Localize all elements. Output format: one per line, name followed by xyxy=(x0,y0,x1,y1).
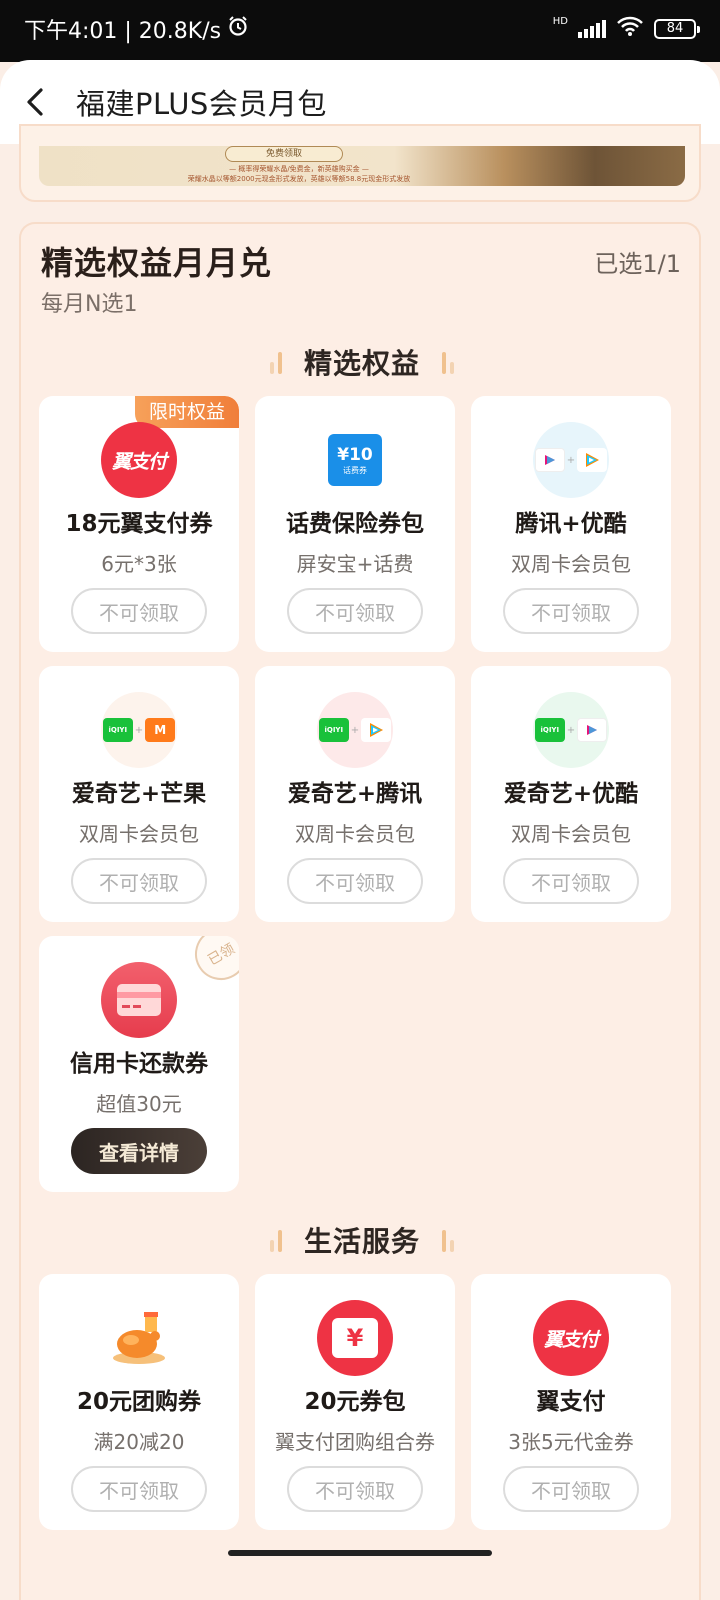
mango-tv-logo-icon: M xyxy=(145,718,176,742)
benefit-tile-credit-card[interactable]: 已领 信用卡还款券 超值30元 查看详情 xyxy=(39,936,239,1192)
banner-fineprint: — 概率得荣耀水晶/免费金，新英雄购买金 — 荣耀水晶以等额2000元现金形式发… xyxy=(187,165,411,183)
benefit-tile-iqiyi-mango[interactable]: iQIYI + M 爱奇艺+芒果 双周卡会员包 不可领取 xyxy=(39,666,239,922)
status-bar: 下午4:01 | 20.8K/s HD 84 xyxy=(0,0,720,62)
tencent-video-logo-icon xyxy=(577,448,608,472)
left-decor-icon xyxy=(269,350,282,374)
iqiyi-mango-icon: iQIYI + M xyxy=(101,692,177,768)
benefit-tile-yizhifu-coupon[interactable]: 限时权益 翼支付 18元翼支付券 6元*3张 不可领取 xyxy=(39,396,239,652)
claim-button[interactable]: 不可领取 xyxy=(503,1466,639,1512)
tile-name: 20元券包 xyxy=(304,1389,406,1415)
claim-button[interactable]: 不可领取 xyxy=(71,1466,207,1512)
tile-desc: 超值30元 xyxy=(96,1092,182,1116)
claimed-stamp: 已领 xyxy=(185,936,239,990)
youku-logo-icon xyxy=(534,448,565,472)
tile-name: 爱奇艺+芒果 xyxy=(71,781,207,807)
hd-indicator: HD xyxy=(552,15,568,27)
tile-desc: 6元*3张 xyxy=(101,552,177,576)
credit-card-icon xyxy=(101,962,177,1038)
tile-name: 话费保险券包 xyxy=(286,511,424,537)
tencent-video-logo-icon xyxy=(361,718,392,742)
tile-desc: 双周卡会员包 xyxy=(511,822,631,846)
promo-banner-image[interactable]: 免费领取 — 概率得荣耀水晶/免费金，新英雄购买金 — 荣耀水晶以等额2000元… xyxy=(39,146,685,186)
service-tile-coupon-pack[interactable]: ¥ 20元券包 翼支付团购组合券 不可领取 xyxy=(255,1274,455,1530)
page-title: 福建PLUS会员月包 xyxy=(76,87,327,121)
iqiyi-logo-icon: iQIYI xyxy=(102,718,133,742)
signal-icon xyxy=(578,20,606,38)
battery-level: 84 xyxy=(666,21,684,36)
claim-button[interactable]: 不可领取 xyxy=(503,588,639,634)
benefit-tile-tencent-youku[interactable]: + 腾讯+优酷 双周卡会员包 不可领取 xyxy=(471,396,671,652)
tile-desc: 满20减20 xyxy=(93,1430,185,1454)
claim-button[interactable]: 不可领取 xyxy=(71,858,207,904)
tencent-youku-icon: + xyxy=(533,422,609,498)
card-title: 精选权益月月兑 xyxy=(41,244,273,282)
right-decor-icon xyxy=(442,1228,454,1252)
battery-icon: 84 xyxy=(654,19,700,39)
right-decor-icon xyxy=(442,350,454,374)
youku-logo-icon xyxy=(577,718,608,742)
banner-free-claim-pill[interactable]: 免费领取 xyxy=(225,146,343,162)
iqiyi-tencent-icon: iQIYI + xyxy=(317,692,393,768)
section-title-life: 生活服务 xyxy=(303,1225,420,1258)
left-decor-icon xyxy=(269,1228,282,1252)
benefit-tile-iqiyi-tencent[interactable]: iQIYI + 爱奇艺+腾讯 双周卡会员包 不可领取 xyxy=(255,666,455,922)
tile-name: 20元团购券 xyxy=(76,1389,201,1415)
tile-desc: 屏安宝+话费 xyxy=(296,552,414,576)
wifi-icon xyxy=(616,15,644,43)
section-header-featured: 精选权益 xyxy=(21,342,703,382)
tile-name: 爱奇艺+腾讯 xyxy=(287,781,423,807)
tile-name: 信用卡还款券 xyxy=(70,1051,208,1077)
roast-chicken-icon xyxy=(101,1300,177,1376)
claim-button[interactable]: 不可领取 xyxy=(71,588,207,634)
tile-desc: 双周卡会员包 xyxy=(511,552,631,576)
tile-desc: 双周卡会员包 xyxy=(79,822,199,846)
tile-desc: 双周卡会员包 xyxy=(295,822,415,846)
view-details-button[interactable]: 查看详情 xyxy=(71,1128,207,1174)
tile-name: 18元翼支付券 xyxy=(65,511,213,537)
claim-button[interactable]: 不可领取 xyxy=(503,858,639,904)
benefit-tile-phone-insurance[interactable]: ¥10 话费券 话费保险券包 屏安宝+话费 不可领取 xyxy=(255,396,455,652)
yizhifu-logo-icon: 翼支付 xyxy=(101,422,177,498)
section-header-life: 生活服务 xyxy=(21,1220,703,1260)
yizhifu-logo-icon: 翼支付 xyxy=(533,1300,609,1376)
section-title-featured: 精选权益 xyxy=(303,347,420,380)
tile-desc: 3张5元代金券 xyxy=(508,1430,634,1454)
chevron-left-icon xyxy=(27,88,43,116)
service-tile-yizhifu[interactable]: 翼支付 翼支付 3张5元代金券 不可领取 xyxy=(471,1274,671,1530)
status-time-speed: 下午4:01 | 20.8K/s xyxy=(24,19,222,44)
claim-button[interactable]: 不可领取 xyxy=(287,858,423,904)
service-tile-group-buy[interactable]: 20元团购券 满20减20 不可领取 xyxy=(39,1274,239,1530)
phone-coupon-icon: ¥10 话费券 xyxy=(317,422,393,498)
claim-button[interactable]: 不可领取 xyxy=(287,1466,423,1512)
iqiyi-youku-icon: iQIYI + xyxy=(533,692,609,768)
selected-count: 已选1/1 xyxy=(594,250,681,278)
tile-name: 爱奇艺+优酷 xyxy=(503,781,639,807)
iqiyi-logo-icon: iQIYI xyxy=(534,718,565,742)
tile-name: 翼支付 xyxy=(536,1389,606,1415)
iqiyi-logo-icon: iQIYI xyxy=(318,718,349,742)
claim-button[interactable]: 不可领取 xyxy=(287,588,423,634)
yuan-ticket-icon: ¥ xyxy=(317,1300,393,1376)
monthly-benefits-card: 精选权益月月兑 每月N选1 已选1/1 精选权益 限时权益 翼支付 18元翼支付… xyxy=(19,222,701,1600)
benefit-tile-iqiyi-youku[interactable]: iQIYI + 爱奇艺+优酷 双周卡会员包 不可领取 xyxy=(471,666,671,922)
tile-name: 腾讯+优酷 xyxy=(515,511,627,537)
alarm-icon xyxy=(227,15,249,43)
card-subtitle: 每月N选1 xyxy=(41,292,138,317)
tile-desc: 翼支付团购组合券 xyxy=(275,1430,435,1454)
promo-banner-card[interactable]: 免费领取 — 概率得荣耀水晶/免费金，新英雄购买金 — 荣耀水晶以等额2000元… xyxy=(19,124,701,202)
home-indicator[interactable] xyxy=(228,1550,492,1556)
